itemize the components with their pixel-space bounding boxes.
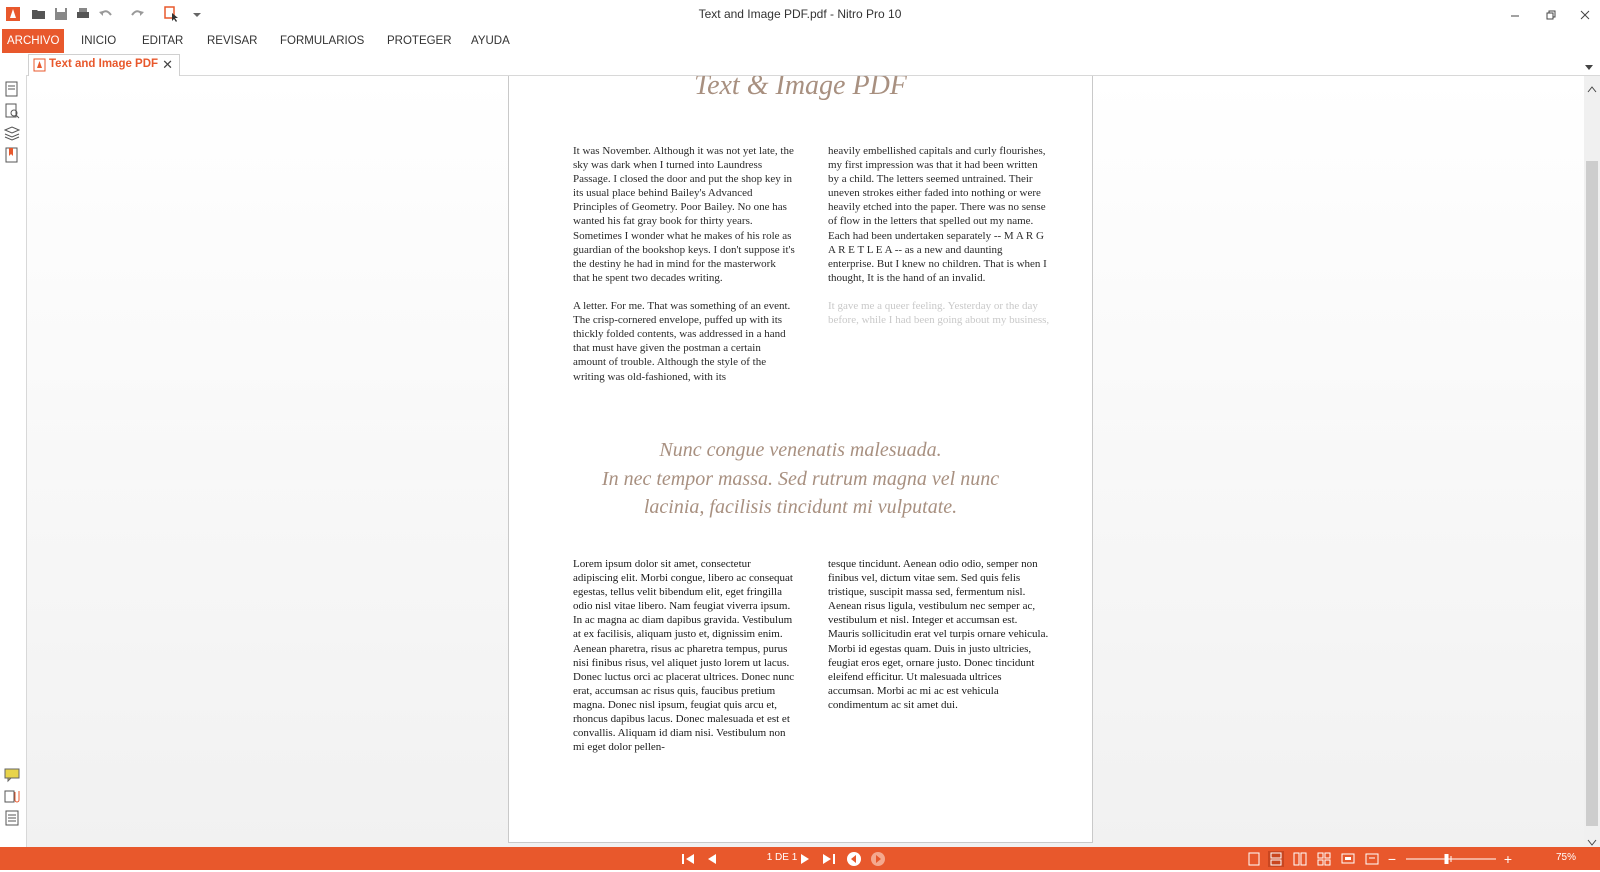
lorem-column-1: Lorem ipsum dolor sit amet, consectetur … bbox=[573, 557, 795, 768]
paragraph: heavily embellished capitals and curly f… bbox=[828, 145, 1047, 284]
previous-view-icon[interactable] bbox=[846, 851, 862, 867]
layers-icon[interactable] bbox=[3, 125, 21, 141]
previous-page-icon[interactable] bbox=[703, 851, 719, 867]
fit-page-icon[interactable] bbox=[1364, 851, 1380, 867]
next-view-icon[interactable] bbox=[870, 851, 886, 867]
tab-list-dropdown-icon[interactable] bbox=[1584, 59, 1594, 77]
document-viewer[interactable]: Text & Image PDF It was November. Althou… bbox=[27, 76, 1584, 847]
tab-archivo[interactable]: ARCHIVO bbox=[2, 29, 65, 53]
pull-quote: Nunc congue venenatis malesuada. In nec … bbox=[509, 436, 1092, 522]
paragraph: Lorem ipsum dolor sit amet, consectetur … bbox=[573, 558, 795, 754]
bookmarks-icon[interactable] bbox=[4, 147, 20, 163]
pdf-page[interactable]: Text & Image PDF It was November. Althou… bbox=[508, 76, 1093, 843]
document-tab-bar: Text and Image PDF ✕ bbox=[0, 53, 1600, 76]
zoom-out-icon[interactable]: − bbox=[1384, 851, 1400, 867]
text-column-2: heavily embellished capitals and curly f… bbox=[828, 144, 1050, 342]
document-tab-label: Text and Image PDF bbox=[49, 58, 159, 70]
zoom-in-icon[interactable]: + bbox=[1500, 851, 1516, 867]
quote-line: lacinia, facilisis tincidunt mi vulputat… bbox=[643, 496, 958, 518]
zoom-level[interactable]: 75% bbox=[1556, 852, 1576, 863]
last-page-icon[interactable] bbox=[821, 851, 837, 867]
window-title: Text and Image PDF.pdf - Nitro Pro 10 bbox=[698, 7, 902, 21]
attachments-icon[interactable] bbox=[4, 788, 20, 804]
tab-editar[interactable]: EDITAR bbox=[137, 29, 188, 53]
scroll-up-icon[interactable] bbox=[1587, 80, 1597, 98]
facing-continuous-view-icon[interactable] bbox=[1316, 851, 1332, 867]
close-window-button[interactable] bbox=[1570, 4, 1600, 26]
single-page-view-icon[interactable] bbox=[1246, 851, 1262, 867]
tab-proteger[interactable]: PROTEGER bbox=[382, 29, 457, 53]
tab-revisar[interactable]: REVISAR bbox=[202, 29, 263, 53]
paragraph: A letter. For me. That was something of … bbox=[573, 300, 791, 383]
ribbon-tabs: ARCHIVO INICIO EDITAR REVISAR FORMULARIO… bbox=[0, 29, 1600, 53]
status-bar: 1 DE 1 − + 75% bbox=[0, 847, 1600, 870]
next-page-icon[interactable] bbox=[798, 851, 814, 867]
paragraph: tesque tincidunt. Aenean odio odio, semp… bbox=[828, 558, 1038, 599]
zoom-slider-thumb[interactable] bbox=[1444, 854, 1449, 864]
scrollbar-thumb[interactable] bbox=[1586, 161, 1598, 826]
paragraph: It was November. Although it was not yet… bbox=[573, 145, 795, 284]
minimize-button[interactable] bbox=[1500, 4, 1530, 26]
faded-paragraph: It gave me a queer feeling. Yesterday or… bbox=[828, 300, 1050, 327]
quote-line: In nec tempor massa. Sed rutrum magna ve… bbox=[601, 467, 1000, 490]
full-screen-icon[interactable] bbox=[1340, 851, 1356, 867]
document-title: Text & Image PDF bbox=[694, 76, 907, 101]
tab-inicio[interactable]: INICIO bbox=[76, 29, 121, 53]
left-panel-rail bbox=[0, 75, 27, 847]
tab-formularios[interactable]: FORMULARIOS bbox=[275, 29, 369, 53]
output-list-icon[interactable] bbox=[4, 810, 20, 826]
lorem-column-2: tesque tincidunt. Aenean odio odio, semp… bbox=[828, 557, 1050, 726]
pdf-file-icon bbox=[33, 58, 46, 77]
paragraph: Aenean risus ligula, vestibulum nec semp… bbox=[828, 600, 1049, 711]
title-bar: Text and Image PDF.pdf - Nitro Pro 10 bbox=[0, 0, 1600, 30]
continuous-view-icon[interactable] bbox=[1268, 851, 1284, 867]
tab-ayuda[interactable]: AYUDA bbox=[466, 29, 515, 53]
close-tab-icon[interactable]: ✕ bbox=[162, 57, 173, 73]
text-column-1: It was November. Although it was not yet… bbox=[573, 144, 795, 398]
pages-panel-icon[interactable] bbox=[4, 81, 20, 97]
search-document-icon[interactable] bbox=[4, 103, 20, 119]
quote-line: Nunc congue venenatis malesuada. bbox=[659, 439, 942, 461]
zoom-slider[interactable] bbox=[1406, 851, 1496, 867]
comments-icon[interactable] bbox=[4, 767, 20, 783]
restore-button[interactable] bbox=[1536, 4, 1566, 26]
first-page-icon[interactable] bbox=[680, 851, 696, 867]
document-tab[interactable]: Text and Image PDF ✕ bbox=[28, 54, 180, 76]
facing-view-icon[interactable] bbox=[1292, 851, 1308, 867]
vertical-scrollbar[interactable] bbox=[1584, 76, 1600, 847]
